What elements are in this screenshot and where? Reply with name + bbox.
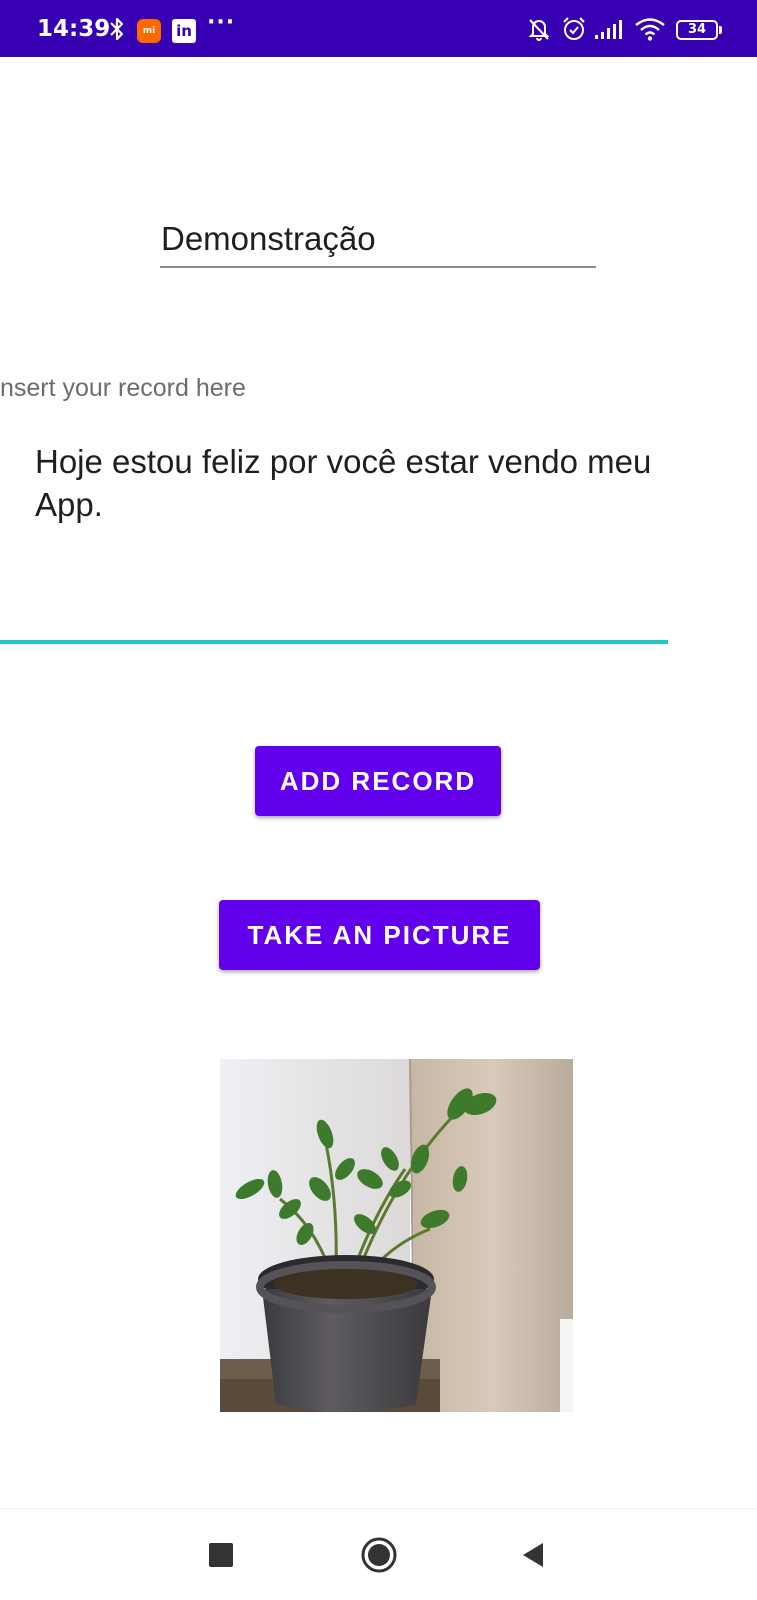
record-field[interactable]: Hoje estou feliz por você estar vendo me… bbox=[0, 430, 668, 644]
take-picture-button[interactable]: TAKE AN PICTURE bbox=[219, 900, 540, 970]
home-circle-icon[interactable] bbox=[351, 1527, 407, 1583]
record-input-value: Hoje estou feliz por você estar vendo me… bbox=[35, 443, 652, 523]
battery-icon: 34 bbox=[676, 20, 718, 40]
signal-icon bbox=[594, 16, 624, 42]
linkedin-icon: in bbox=[172, 19, 196, 43]
battery-tip bbox=[719, 26, 722, 34]
mi-app-icon: mi bbox=[137, 19, 161, 43]
status-bar: 14:39 mi in ··· 34 bbox=[0, 0, 757, 57]
title-input-value: Demonstração bbox=[161, 220, 376, 257]
title-field[interactable]: Demonstração bbox=[160, 210, 596, 268]
record-hint-label: Insert your record here bbox=[0, 374, 246, 402]
recents-square-icon[interactable] bbox=[193, 1527, 249, 1583]
more-notifications-icon: ··· bbox=[207, 10, 236, 35]
back-triangle-icon[interactable] bbox=[505, 1527, 561, 1583]
navigation-bar bbox=[0, 1508, 757, 1600]
potted-plant-photo bbox=[220, 1059, 573, 1412]
status-time: 14:39 bbox=[37, 16, 111, 42]
plant-image bbox=[220, 1059, 573, 1412]
bluetooth-icon bbox=[108, 16, 126, 42]
add-record-button[interactable]: ADD RECORD bbox=[255, 746, 501, 816]
alarm-icon bbox=[561, 16, 587, 42]
wifi-icon bbox=[634, 16, 666, 42]
silent-bell-icon bbox=[526, 16, 552, 42]
screen: 14:39 mi in ··· 34 Demonstração Insert y… bbox=[0, 0, 757, 1600]
